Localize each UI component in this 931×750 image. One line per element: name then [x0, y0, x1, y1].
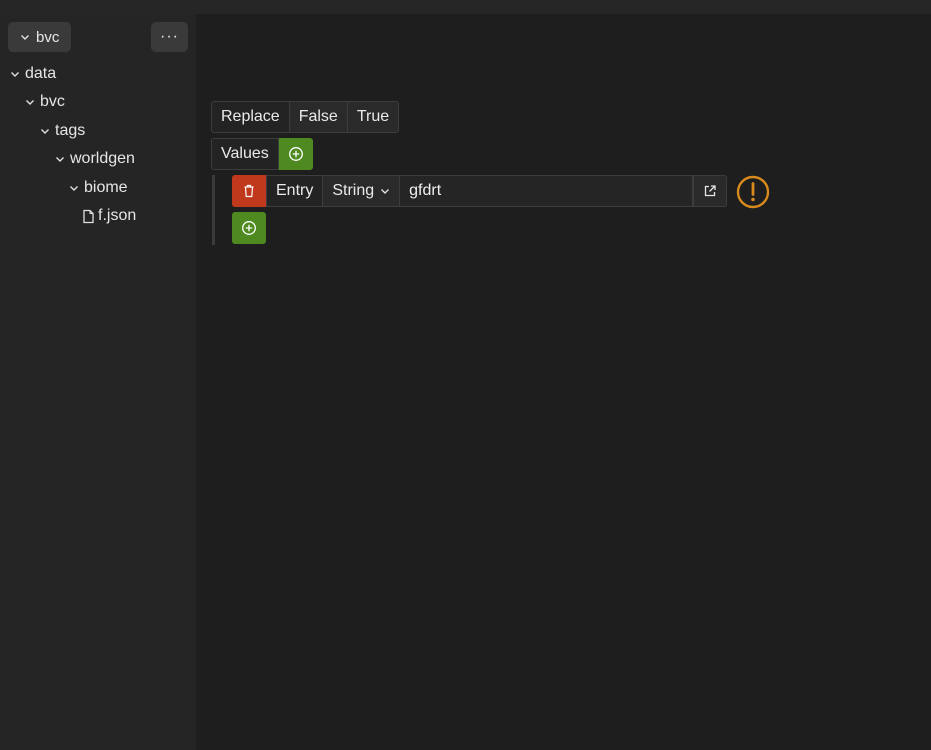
- chevron-down-icon: [380, 186, 390, 196]
- tree-item-label: bvc: [40, 93, 65, 110]
- entry-type-value: String: [332, 182, 375, 199]
- top-bar: [0, 0, 931, 15]
- chevron-down-icon: [55, 154, 65, 164]
- more-icon: ···: [160, 28, 179, 45]
- tree-item-f-json[interactable]: f.json: [82, 202, 136, 230]
- chevron-down-icon: [20, 32, 30, 42]
- list-indent-guide: [212, 175, 215, 245]
- tree-item-label: f.json: [98, 207, 137, 224]
- tree-item-data[interactable]: data: [10, 60, 56, 88]
- chevron-down-icon: [69, 183, 79, 193]
- replace-label: Replace: [211, 101, 290, 133]
- tree-item-label: biome: [84, 179, 128, 196]
- entry-label: Entry: [266, 175, 324, 207]
- list-item: Entry String: [232, 175, 728, 207]
- add-entry-button[interactable]: [232, 212, 266, 244]
- replace-false-button[interactable]: False: [289, 101, 348, 133]
- tree-item-label: tags: [55, 122, 86, 139]
- chevron-down-icon: [25, 97, 35, 107]
- file-icon: [82, 209, 95, 224]
- entry-value-input[interactable]: [400, 175, 694, 207]
- values-label: Values: [211, 138, 279, 170]
- open-reference-button[interactable]: [693, 175, 728, 207]
- project-selector-button[interactable]: bvc: [8, 22, 72, 52]
- trash-icon: [242, 183, 256, 199]
- chevron-down-icon: [10, 69, 20, 79]
- tree-item-worldgen[interactable]: worldgen: [55, 145, 135, 173]
- values-field: Values: [211, 138, 313, 170]
- warning-icon[interactable]: [736, 175, 770, 209]
- delete-entry-button[interactable]: [232, 175, 266, 207]
- tree-item-label: worldgen: [70, 150, 135, 167]
- chevron-down-icon: [40, 126, 50, 136]
- tree-item-tags[interactable]: tags: [40, 117, 85, 145]
- external-link-icon: [703, 184, 717, 198]
- tree-item-biome[interactable]: biome: [69, 174, 128, 202]
- more-options-button[interactable]: ···: [151, 22, 188, 52]
- tree-item-bvc[interactable]: bvc: [25, 88, 65, 116]
- editor-panel: Replace False True Values Entry String: [197, 14, 931, 750]
- sidebar: bvc ··· data bvc tags worldgen biome f.j…: [0, 14, 197, 750]
- replace-true-button[interactable]: True: [347, 101, 400, 133]
- entry-type-select[interactable]: String: [323, 175, 401, 207]
- add-value-top-button[interactable]: [278, 138, 313, 170]
- plus-circle-icon: [241, 220, 257, 236]
- replace-field: Replace False True: [211, 101, 400, 133]
- tree-item-label: data: [25, 65, 57, 82]
- add-entry-row: [232, 212, 266, 244]
- project-label: bvc: [36, 28, 60, 46]
- plus-circle-icon: [288, 146, 304, 162]
